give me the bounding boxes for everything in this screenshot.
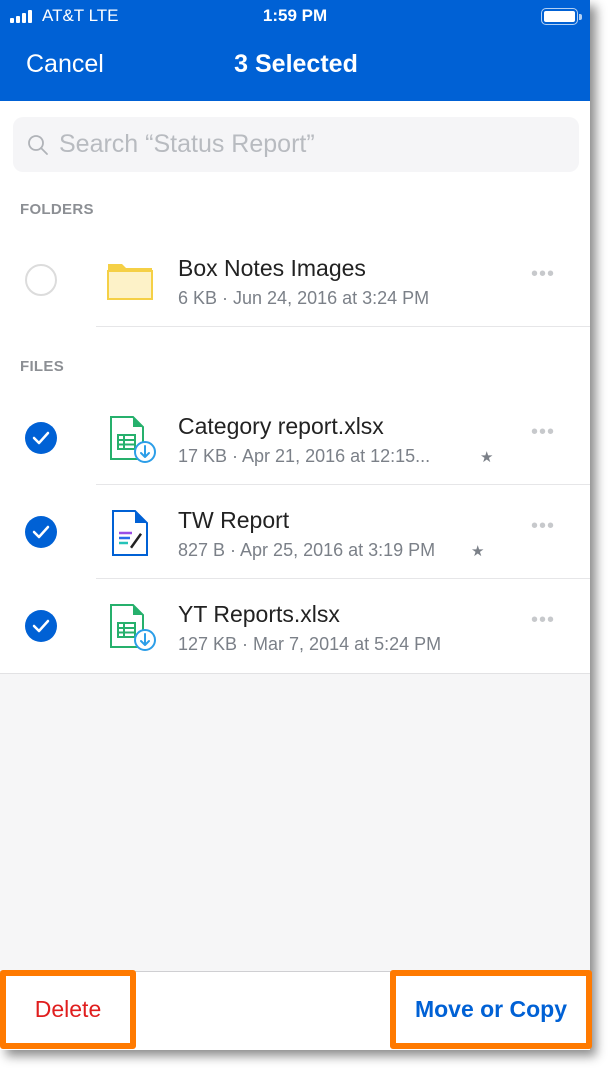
more-options-icon[interactable]: •••: [531, 609, 555, 632]
clock: 1:59 PM: [262, 6, 328, 25]
favorite-star-icon: ★: [480, 449, 494, 466]
page-title: 3 Selected: [234, 50, 358, 78]
file-row[interactable]: YT Reports.xlsx 127 KB · Mar 7, 2014 at …: [0, 579, 590, 673]
file-list: FOLDERS Box Notes Images 6 KB · Jun 24, …: [0, 101, 590, 674]
more-options-icon[interactable]: •••: [531, 421, 555, 444]
search-input[interactable]: [59, 130, 539, 159]
spreadsheet-offline-icon: [110, 416, 156, 463]
selection-checkbox-checked[interactable]: [25, 610, 57, 642]
box-note-icon: [112, 510, 148, 556]
battery-icon: [541, 8, 582, 25]
move-or-copy-button[interactable]: Move or Copy: [390, 970, 592, 1049]
checkmark-icon: [32, 431, 50, 445]
delete-button[interactable]: Delete: [0, 970, 136, 1049]
section-header-folders: FOLDERS: [20, 201, 94, 218]
search-bar[interactable]: [13, 117, 579, 172]
file-row[interactable]: TW Report 827 B · Apr 25, 2016 at 3:19 P…: [0, 485, 590, 579]
item-name: Box Notes Images: [178, 255, 366, 281]
item-name: TW Report: [178, 507, 290, 533]
search-icon: [28, 134, 48, 155]
selection-checkbox-checked[interactable]: [25, 516, 57, 548]
phone-screen: AT&T LTE 1:59 PM Cancel 3 Selected FOLDE…: [0, 0, 590, 1050]
item-name: YT Reports.xlsx: [178, 601, 340, 627]
item-meta: 17 KB · Apr 21, 2016 at 12:15...: [178, 446, 431, 466]
item-meta: 127 KB · Mar 7, 2014 at 5:24 PM: [178, 634, 442, 654]
file-row[interactable]: Category report.xlsx 17 KB · Apr 21, 201…: [0, 391, 590, 485]
folder-row[interactable]: Box Notes Images 6 KB · Jun 24, 2016 at …: [0, 233, 590, 327]
spreadsheet-offline-icon: [110, 604, 156, 651]
folder-icon: [107, 264, 153, 300]
selection-checkbox-checked[interactable]: [25, 422, 57, 454]
row-divider: [96, 326, 590, 327]
more-options-icon[interactable]: •••: [531, 263, 555, 286]
list-end-divider: [0, 673, 590, 674]
selection-checkbox[interactable]: [25, 264, 57, 296]
favorite-star-icon: ★: [471, 543, 485, 560]
section-header-files: FILES: [20, 358, 65, 375]
item-meta: 6 KB · Jun 24, 2016 at 3:24 PM: [178, 288, 430, 308]
checkmark-icon: [32, 619, 50, 633]
navigation-bar: AT&T LTE 1:59 PM Cancel 3 Selected: [0, 0, 590, 101]
more-options-icon[interactable]: •••: [531, 515, 555, 538]
status-bar: AT&T LTE 1:59 PM: [0, 0, 590, 34]
item-name: Category report.xlsx: [178, 413, 384, 439]
item-meta: 827 B · Apr 25, 2016 at 3:19 PM: [178, 540, 436, 560]
checkmark-icon: [32, 525, 50, 539]
